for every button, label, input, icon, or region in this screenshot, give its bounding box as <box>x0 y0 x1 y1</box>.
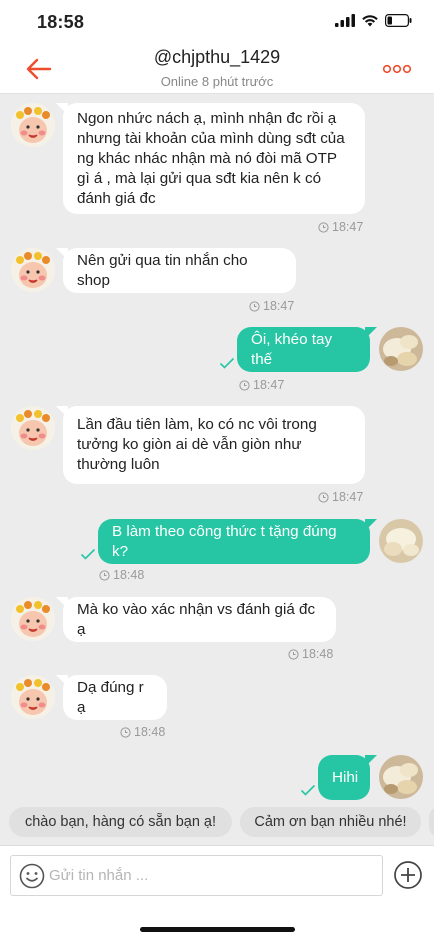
message-bubble-incoming[interactable]: Ngon nhức nách ạ, mình nhận đc rồi ạ như… <box>56 103 365 214</box>
clock-icon <box>239 379 250 391</box>
cartoon-avatar-icon <box>11 597 55 641</box>
cartoon-avatar-icon <box>11 406 55 450</box>
message-timestamp: 18:47 <box>318 220 363 234</box>
message-bubble-outgoing[interactable]: Hihi <box>318 755 377 800</box>
contact-avatar[interactable] <box>11 248 55 292</box>
contact-avatar[interactable] <box>11 597 55 641</box>
message-bubble-incoming[interactable]: Lần đầu tiên làm, ko có nc vôi trong tưở… <box>56 406 365 484</box>
sent-check-icon <box>219 357 235 369</box>
quick-reply-chip-overflow[interactable] <box>429 807 434 837</box>
status-bar: 18:58 <box>0 0 434 44</box>
message-bubble-outgoing[interactable]: B làm theo công thức t tặng đúng k? <box>98 519 377 564</box>
message-text: Ôi, khéo tay thế <box>251 330 333 368</box>
signal-icon <box>335 14 355 27</box>
cartoon-avatar-icon <box>11 248 55 292</box>
clock-icon <box>249 300 260 312</box>
message-bubble-incoming[interactable]: Nên gửi qua tin nhắn cho shop <box>56 248 296 293</box>
message-timestamp: 18:48 <box>120 725 165 739</box>
food-photo-avatar-icon <box>379 755 423 799</box>
clock-icon <box>318 221 329 233</box>
cartoon-avatar-icon <box>11 103 55 147</box>
sent-check-icon <box>80 548 96 560</box>
quick-reply-chip[interactable]: chào bạn, hàng có sẵn bạn ạ! <box>9 807 232 837</box>
status-icons <box>335 14 412 27</box>
user-avatar[interactable] <box>379 519 423 563</box>
message-text: B làm theo công thức t tặng đúng k? <box>112 522 337 560</box>
message-text: Nên gửi qua tin nhắn cho shop <box>77 251 248 289</box>
contact-avatar[interactable] <box>11 675 55 719</box>
add-attachment-icon[interactable] <box>393 860 423 890</box>
emoji-icon[interactable] <box>19 863 45 889</box>
message-input-bar: Gửi tin nhắn ... <box>0 845 434 941</box>
cartoon-avatar-icon <box>11 675 55 719</box>
online-status: Online 8 phút trước <box>160 74 274 89</box>
home-indicator[interactable] <box>140 927 295 932</box>
message-timestamp: 18:47 <box>239 378 284 392</box>
user-avatar[interactable] <box>379 755 423 799</box>
message-bubble-incoming[interactable]: Dạ đúng r ạ <box>56 675 167 720</box>
contact-username: @chjpthu_1429 <box>153 47 281 67</box>
food-photo-avatar-icon <box>379 519 423 563</box>
message-text: Mà ko vào xác nhận vs đánh giá đc ạ <box>77 600 316 638</box>
message-text: Hihi <box>332 768 359 786</box>
contact-avatar[interactable] <box>11 406 55 450</box>
message-bubble-outgoing[interactable]: Ôi, khéo tay thế <box>237 327 377 372</box>
battery-icon <box>385 14 412 27</box>
status-time: 18:58 <box>37 12 85 32</box>
clock-icon <box>288 648 299 660</box>
contact-avatar[interactable] <box>11 103 55 147</box>
message-text: Dạ đúng r ạ <box>77 678 144 716</box>
message-input-placeholder: Gửi tin nhắn ... <box>49 867 149 884</box>
message-text: Ngon nhức nách ạ, mình nhận đc rồi ạ như… <box>77 109 345 207</box>
message-bubble-incoming[interactable]: Mà ko vào xác nhận vs đánh giá đc ạ <box>56 597 336 642</box>
message-timestamp: 18:48 <box>288 647 333 661</box>
food-photo-avatar-icon <box>379 327 423 371</box>
clock-icon <box>120 726 131 738</box>
clock-icon <box>318 491 329 503</box>
more-options-icon[interactable] <box>382 60 412 78</box>
message-input[interactable]: Gửi tin nhắn ... <box>10 855 383 896</box>
sent-check-icon <box>300 784 316 796</box>
message-text: Lần đầu tiên làm, ko có nc vôi trong tưở… <box>77 416 317 473</box>
user-avatar[interactable] <box>379 327 423 371</box>
message-timestamp: 18:47 <box>249 299 294 313</box>
wifi-icon <box>362 15 378 27</box>
message-timestamp: 18:47 <box>318 490 363 504</box>
message-timestamp: 18:48 <box>99 568 144 582</box>
quick-reply-bar: chào bạn, hàng có sẵn bạn ạ! Cảm ơn bạn … <box>0 801 434 845</box>
quick-reply-chip[interactable]: Cảm ơn bạn nhiều nhé! <box>240 807 421 837</box>
chat-header: @chjpthu_1429 Online 8 phút trước <box>0 44 434 94</box>
clock-icon <box>99 569 110 581</box>
message-list[interactable]: Ngon nhức nách ạ, mình nhận đc rồi ạ như… <box>0 95 434 801</box>
